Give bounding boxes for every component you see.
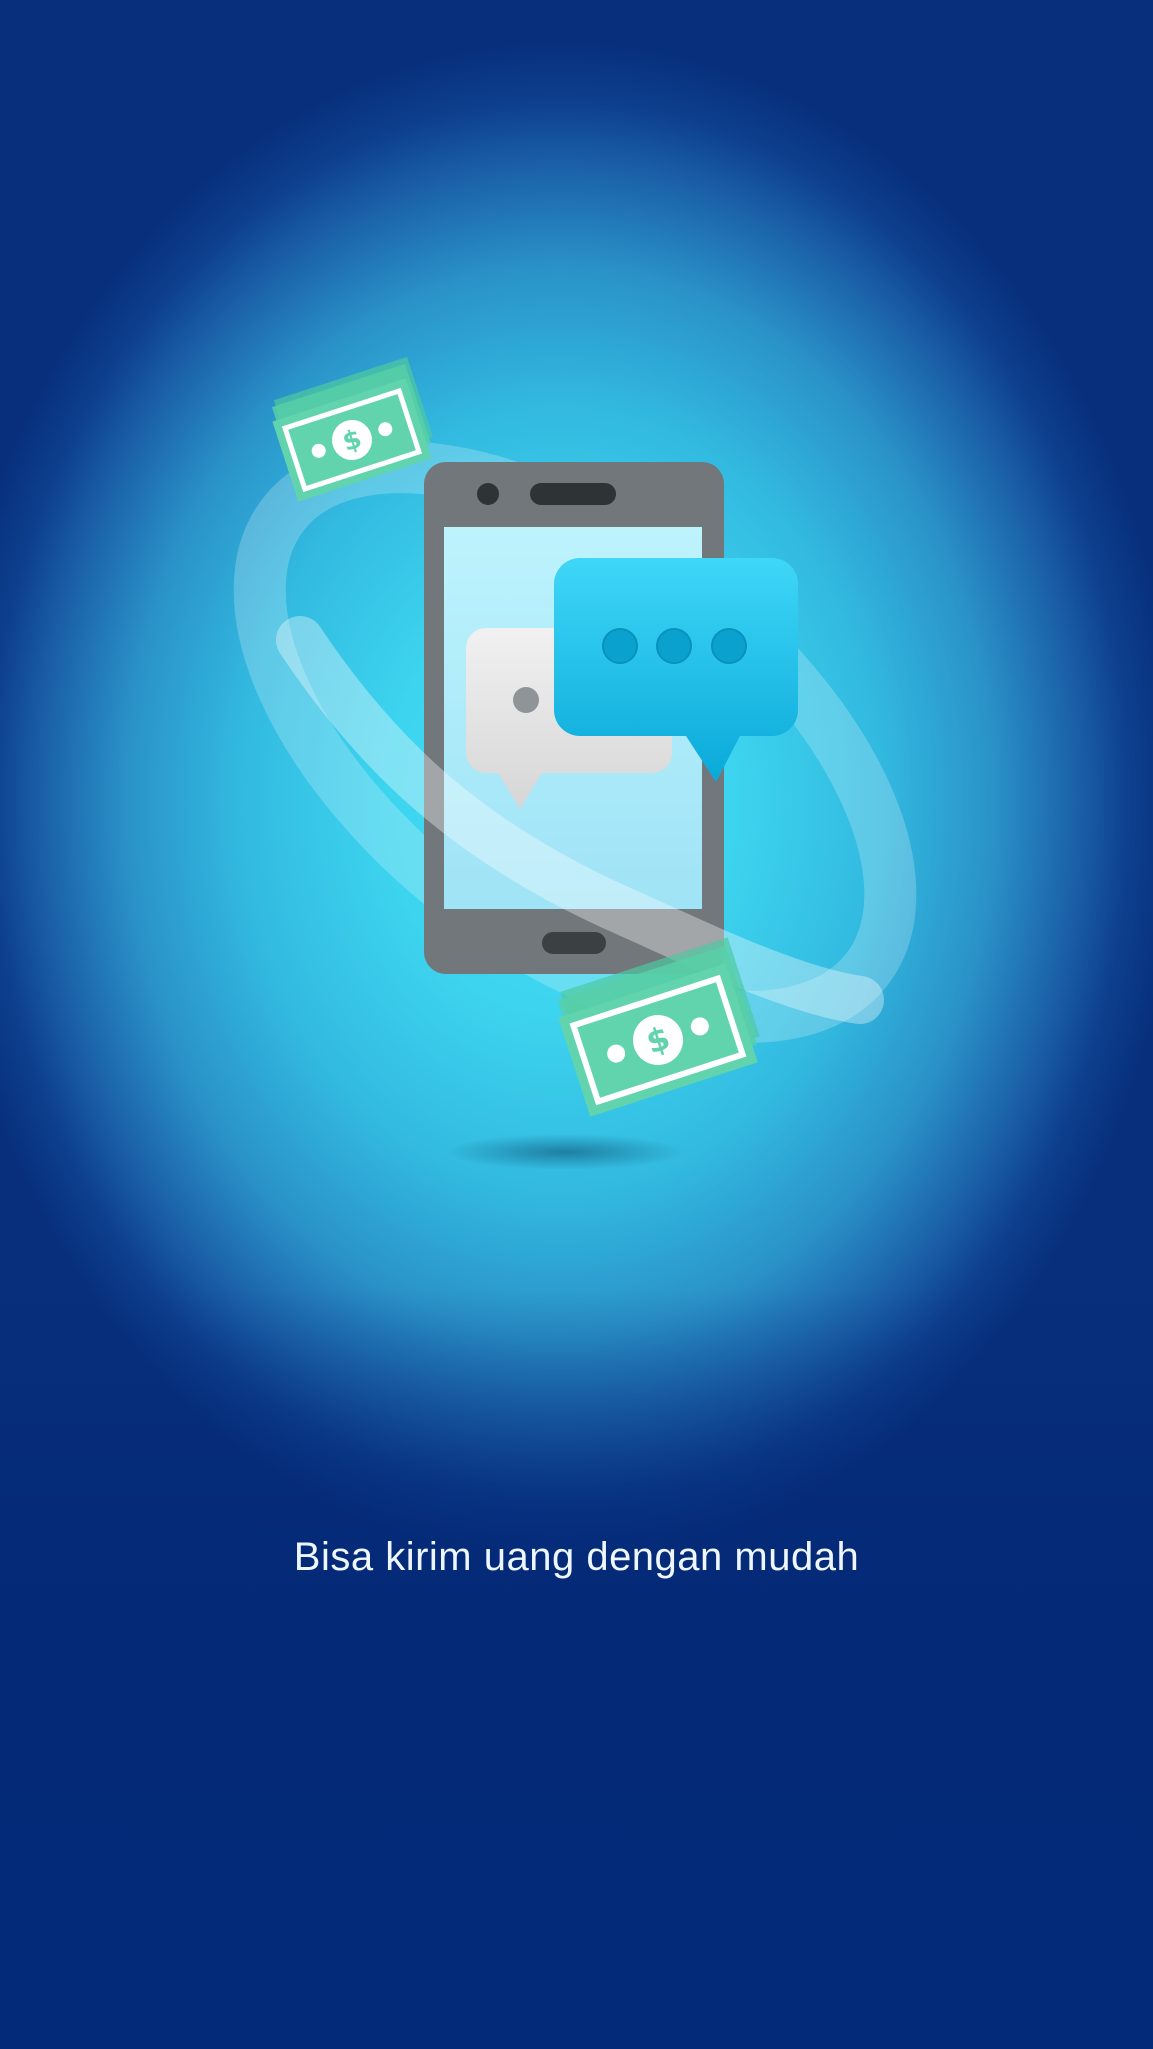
phone-shadow (445, 1134, 685, 1170)
onboarding-screen: $ $ Bisa kirim uang dengan mudah (0, 0, 1153, 2049)
onboarding-illustration: $ $ (233, 356, 917, 1170)
onboarding-message: Bisa kirim uang dengan mudah (293, 1535, 860, 1579)
